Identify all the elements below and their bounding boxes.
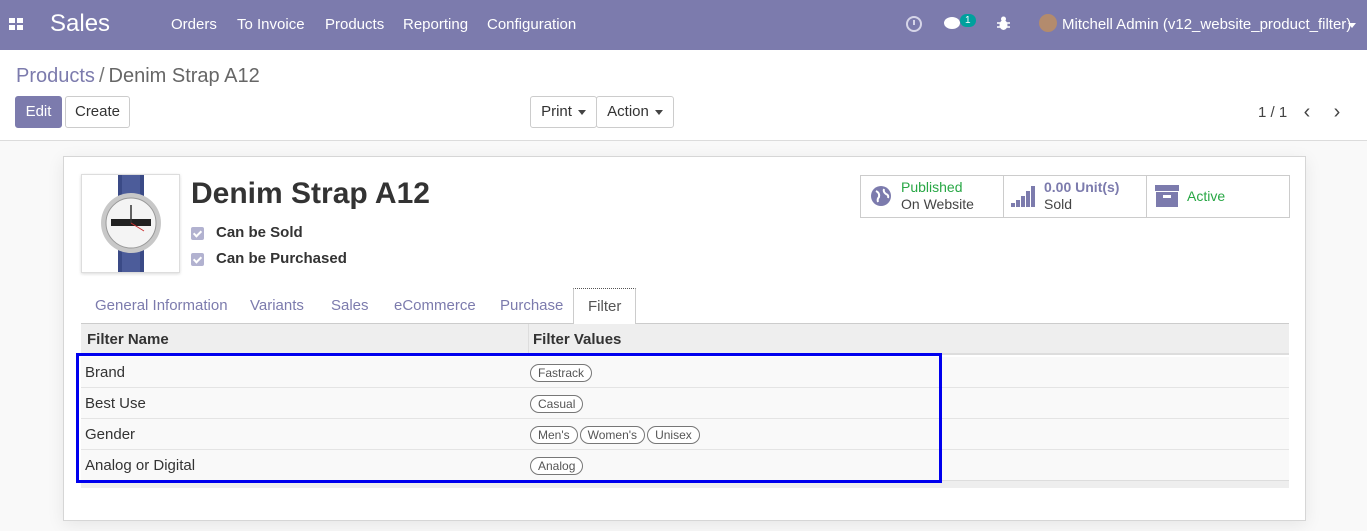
chat-icon[interactable] [944,17,960,29]
product-image[interactable] [81,174,180,273]
top-navbar: Sales Orders To Invoice Products Reporti… [0,0,1367,50]
action-label: Action [607,103,649,120]
breadcrumb-current: Denim Strap A12 [108,65,260,87]
breadcrumb-separator: / [98,65,105,87]
form-sheet: Denim Strap A12 Can be Sold Can be Purch… [63,156,1306,521]
menu-reporting[interactable]: Reporting [403,16,468,33]
published-button[interactable]: Published On Website [861,176,1004,217]
published-status: Published [901,179,963,195]
tab-ecommerce[interactable]: eCommerce [380,288,490,324]
clock-icon[interactable] [906,16,922,32]
apps-grid-icon[interactable] [9,18,23,30]
product-name: Denim Strap A12 [191,177,430,210]
chevron-down-icon [654,109,663,115]
notebook-tabs: General Information Variants Sales eComm… [81,288,1289,325]
menu-products[interactable]: Products [325,16,384,33]
sold-button[interactable]: 0.00 Unit(s) Sold [1004,176,1147,217]
print-label: Print [541,103,572,120]
table-header: Filter Name Filter Values [81,324,1289,355]
action-button[interactable]: Action [596,96,674,128]
edit-button[interactable]: Edit [15,96,62,128]
control-panel: Products / Denim Strap A12 Edit Create Pri… [0,50,1367,141]
can-be-purchased-label: Can be Purchased [216,250,347,267]
chevron-right-icon[interactable]: › [1327,101,1347,124]
can-be-sold-label: Can be Sold [216,224,303,241]
header-divider [528,324,529,355]
highlight-box [76,353,942,483]
app-name: Sales [50,10,111,37]
avatar[interactable] [1039,14,1057,32]
watch-image [101,175,161,272]
menu-orders[interactable]: Orders [171,16,217,33]
published-sub: On Website [901,196,974,212]
bug-icon[interactable] [997,16,1010,31]
tab-purchase[interactable]: Purchase [486,288,577,324]
sold-label: Sold [1044,196,1073,212]
breadcrumb: Products / Denim Strap A12 [16,65,260,88]
active-status: Active [1187,188,1226,204]
breadcrumb-products[interactable]: Products [16,65,95,87]
can-be-purchased-checkbox[interactable] [191,253,204,266]
active-button[interactable]: Active [1147,176,1289,217]
print-button[interactable]: Print [530,96,597,128]
header-filter-name[interactable]: Filter Name [87,331,169,348]
chevron-left-icon[interactable]: ‹ [1297,101,1317,124]
can-be-sold-checkbox[interactable] [191,227,204,240]
stat-buttons: Published On Website 0.00 Unit(s) Sold A… [860,175,1290,218]
tab-general-information[interactable]: General Information [81,288,242,324]
menu-configuration[interactable]: Configuration [487,16,576,33]
tab-filter[interactable]: Filter [573,288,637,325]
chevron-down-icon[interactable] [1348,23,1356,28]
tab-sales[interactable]: Sales [317,288,383,324]
tab-variants[interactable]: Variants [236,288,318,324]
pager-value[interactable]: 1 / 1 [1258,104,1287,121]
sold-quantity: 0.00 Unit(s) [1044,179,1120,195]
create-button[interactable]: Create [65,96,130,128]
globe-icon [871,186,891,206]
header-filter-values[interactable]: Filter Values [533,331,621,348]
chat-badge: 1 [960,14,976,27]
archive-icon [1155,185,1179,207]
menu-to-invoice[interactable]: To Invoice [237,16,305,33]
bar-chart-icon [1011,186,1035,207]
user-name[interactable]: Mitchell Admin (v12_website_product_filt… [1062,16,1351,33]
chevron-down-icon [577,109,586,115]
